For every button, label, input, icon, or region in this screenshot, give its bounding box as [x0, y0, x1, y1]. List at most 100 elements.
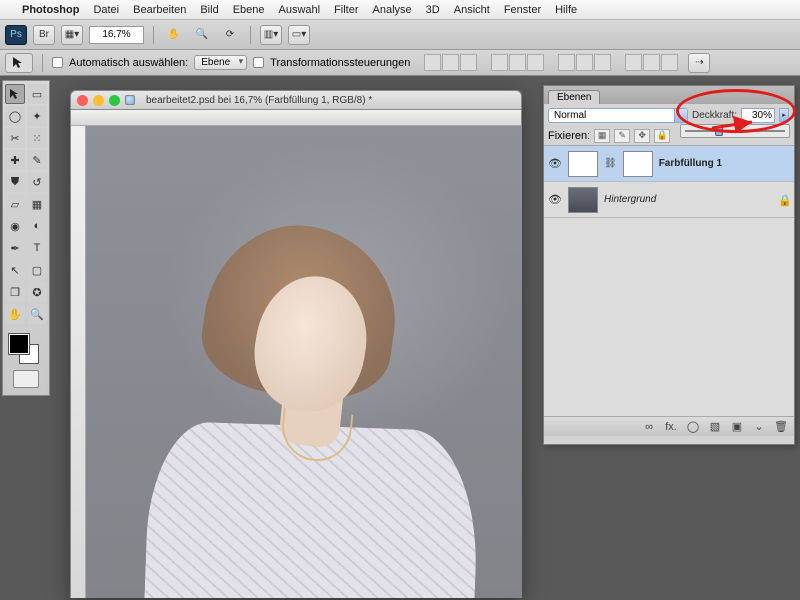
zoom-window-button[interactable] [109, 95, 120, 106]
distribute-vcenter-button[interactable] [576, 54, 593, 71]
foreground-color-swatch[interactable] [9, 334, 29, 354]
gradient-tool[interactable]: ▦ [27, 194, 47, 214]
minimize-window-button[interactable] [93, 95, 104, 106]
color-swatches[interactable] [5, 330, 47, 364]
hand-tool-icon[interactable]: ✋ [163, 25, 185, 45]
document-canvas[interactable] [86, 126, 522, 598]
eraser-tool[interactable]: ▱ [5, 194, 25, 214]
layer-effects-button[interactable]: fx. [664, 420, 678, 434]
opacity-dropdown-arrow[interactable]: ▸ [779, 108, 789, 122]
3d-tool[interactable]: ❒ [5, 282, 25, 302]
align-right-button[interactable] [527, 54, 544, 71]
horizontal-ruler[interactable] [70, 110, 522, 126]
link-layers-button[interactable]: ∞ [642, 420, 656, 434]
type-tool[interactable]: T [27, 238, 47, 258]
align-hcenter-button[interactable] [509, 54, 526, 71]
zoom-level[interactable]: 16,7% [89, 26, 144, 44]
distribute-top-button[interactable] [558, 54, 575, 71]
document-titlebar[interactable]: bearbeitet2.psd bei 16,7% (Farbfüllung 1… [70, 90, 522, 110]
distribute-right-button[interactable] [661, 54, 678, 71]
quick-select-tool[interactable]: ✦ [27, 106, 47, 126]
adjustment-layer-button[interactable]: ▧ [708, 420, 722, 434]
pen-tool[interactable]: ✒ [5, 238, 25, 258]
distribute-hcenter-button[interactable] [643, 54, 660, 71]
3d-camera-tool[interactable]: ✪ [27, 282, 47, 302]
visibility-toggle-icon[interactable]: 👁 [548, 157, 562, 171]
layer-thumbnail[interactable] [568, 187, 598, 213]
align-left-button[interactable] [491, 54, 508, 71]
link-mask-icon[interactable]: ⛓ [604, 158, 617, 169]
healing-brush-tool[interactable]: ✚ [5, 150, 25, 170]
new-layer-button[interactable]: ⌄ [752, 420, 766, 434]
menu-ansicht[interactable]: Ansicht [454, 4, 490, 16]
layer-row[interactable]: 👁 Hintergrund 🔒 [544, 182, 794, 218]
menu-auswahl[interactable]: Auswahl [279, 4, 321, 16]
opacity-input[interactable]: 30% [741, 108, 775, 123]
layer-name[interactable]: Farbfüllung 1 [659, 158, 722, 169]
crop-tool[interactable]: ✂ [5, 128, 25, 148]
brush-tool[interactable]: ✎ [27, 150, 47, 170]
path-select-tool[interactable]: ↖ [5, 260, 25, 280]
eyedropper-tool[interactable]: ⁙ [27, 128, 47, 148]
layers-tab[interactable]: Ebenen [548, 90, 600, 104]
menu-3d[interactable]: 3D [426, 4, 440, 16]
blend-mode-dropdown[interactable]: Normal [548, 108, 688, 123]
rotate-view-icon[interactable]: ⟳ [219, 25, 241, 45]
auto-select-dropdown[interactable]: Ebene [194, 55, 247, 70]
layer-thumbnail[interactable] [568, 151, 598, 177]
zoom-tool[interactable]: 🔍 [27, 304, 47, 324]
menu-bearbeiten[interactable]: Bearbeiten [133, 4, 186, 16]
history-brush-tool[interactable]: ↺ [27, 172, 47, 192]
clone-stamp-tool[interactable]: ⛊ [5, 172, 25, 192]
dodge-tool[interactable]: ◐ [27, 216, 47, 236]
lock-pixels-button[interactable]: ✎ [614, 129, 630, 143]
menu-hilfe[interactable]: Hilfe [555, 4, 577, 16]
layer-mask-button[interactable]: ◯ [686, 420, 700, 434]
current-tool-icon[interactable] [5, 53, 33, 73]
ps-home-icon[interactable]: Ps [5, 25, 27, 45]
vertical-ruler[interactable] [70, 126, 86, 598]
opacity-slider-thumb[interactable] [715, 126, 723, 136]
lock-transparency-button[interactable]: ▦ [594, 129, 610, 143]
screen-mode-button[interactable]: ▭▾ [288, 25, 310, 45]
auto-align-button[interactable]: ⇢ [688, 53, 710, 73]
bridge-button[interactable]: Br [33, 25, 55, 45]
zoom-tool-icon[interactable]: 🔍 [191, 25, 213, 45]
align-group-2 [491, 54, 544, 71]
close-window-button[interactable] [77, 95, 88, 106]
menu-bild[interactable]: Bild [200, 4, 218, 16]
arrange-documents-button[interactable]: ▥▾ [260, 25, 282, 45]
visibility-toggle-icon[interactable]: 👁 [548, 193, 562, 207]
layer-mask-thumbnail[interactable] [623, 151, 653, 177]
hand-tool[interactable]: ✋ [5, 304, 25, 324]
delete-layer-button[interactable]: 🗑 [774, 420, 788, 434]
menu-datei[interactable]: Datei [93, 4, 119, 16]
layer-name[interactable]: Hintergrund [604, 194, 656, 205]
lasso-tool[interactable]: ◯ [5, 106, 25, 126]
shape-tool[interactable]: ▢ [27, 260, 47, 280]
align-bottom-button[interactable] [460, 54, 477, 71]
group-button[interactable]: ▣ [730, 420, 744, 434]
distribute-bottom-button[interactable] [594, 54, 611, 71]
transform-controls-checkbox[interactable] [253, 57, 264, 68]
menu-ebene[interactable]: Ebene [233, 4, 265, 16]
layer-row[interactable]: 👁 ⛓ Farbfüllung 1 [544, 146, 794, 182]
blur-tool[interactable]: ◉ [5, 216, 25, 236]
opacity-slider-popover[interactable] [680, 124, 790, 138]
lock-position-button[interactable]: ✥ [634, 129, 650, 143]
distribute-left-button[interactable] [625, 54, 642, 71]
menu-fenster[interactable]: Fenster [504, 4, 541, 16]
marquee-tool[interactable]: ▭ [27, 84, 47, 104]
quick-mask-button[interactable] [13, 370, 39, 388]
view-extras-button[interactable]: ▦▾ [61, 25, 83, 45]
document-proxy-icon[interactable] [125, 95, 135, 105]
menu-analyse[interactable]: Analyse [373, 4, 412, 16]
auto-select-checkbox[interactable] [52, 57, 63, 68]
app-name[interactable]: Photoshop [22, 4, 79, 16]
move-tool[interactable] [5, 84, 25, 104]
menu-filter[interactable]: Filter [334, 4, 358, 16]
align-vcenter-button[interactable] [442, 54, 459, 71]
lock-all-button[interactable]: 🔒 [654, 129, 670, 143]
opacity-slider-track[interactable] [685, 130, 785, 132]
align-top-button[interactable] [424, 54, 441, 71]
